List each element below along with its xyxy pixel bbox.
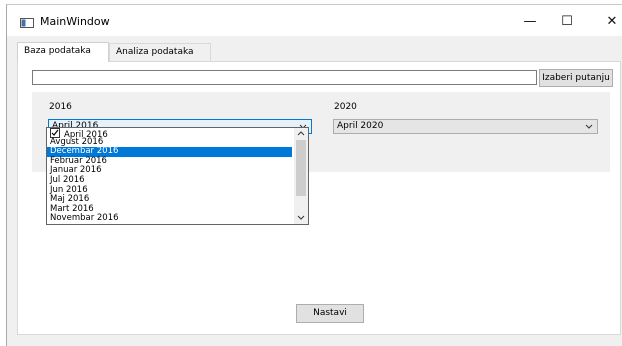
window-title: MainWindow — [40, 15, 110, 28]
choose-path-button[interactable]: Izaberi putanju — [539, 69, 613, 87]
title-bar: MainWindow — ☐ ✕ — [7, 5, 622, 36]
path-input[interactable] — [32, 70, 537, 85]
scrollbar-thumb[interactable] — [296, 140, 306, 196]
chevron-up-icon[interactable] — [297, 130, 305, 138]
tab-analiza-podataka[interactable]: Analiza podataka — [109, 43, 211, 61]
continue-button[interactable]: Nastavi — [296, 304, 364, 323]
month-dropdown-list: April 2016 Avgust 2016 Decembar 2016 Feb… — [46, 127, 309, 225]
chevron-down-icon[interactable] — [297, 213, 305, 221]
right-combobox-value: April 2020 — [337, 121, 384, 131]
dropdown-scrollbar[interactable] — [294, 128, 308, 224]
app-window-icon — [20, 18, 34, 28]
right-month-combobox[interactable]: April 2020 — [333, 119, 598, 134]
close-button[interactable]: ✕ — [597, 12, 622, 32]
chevron-down-icon — [585, 124, 593, 129]
maximize-button[interactable]: ☐ — [552, 12, 582, 32]
minimize-button[interactable]: — — [515, 12, 545, 32]
tab-baza-podataka[interactable]: Baza podataka — [17, 42, 109, 62]
right-year-label: 2020 — [334, 102, 357, 112]
left-year-label: 2016 — [49, 102, 72, 112]
list-item[interactable]: Novembar 2016 — [47, 214, 292, 224]
